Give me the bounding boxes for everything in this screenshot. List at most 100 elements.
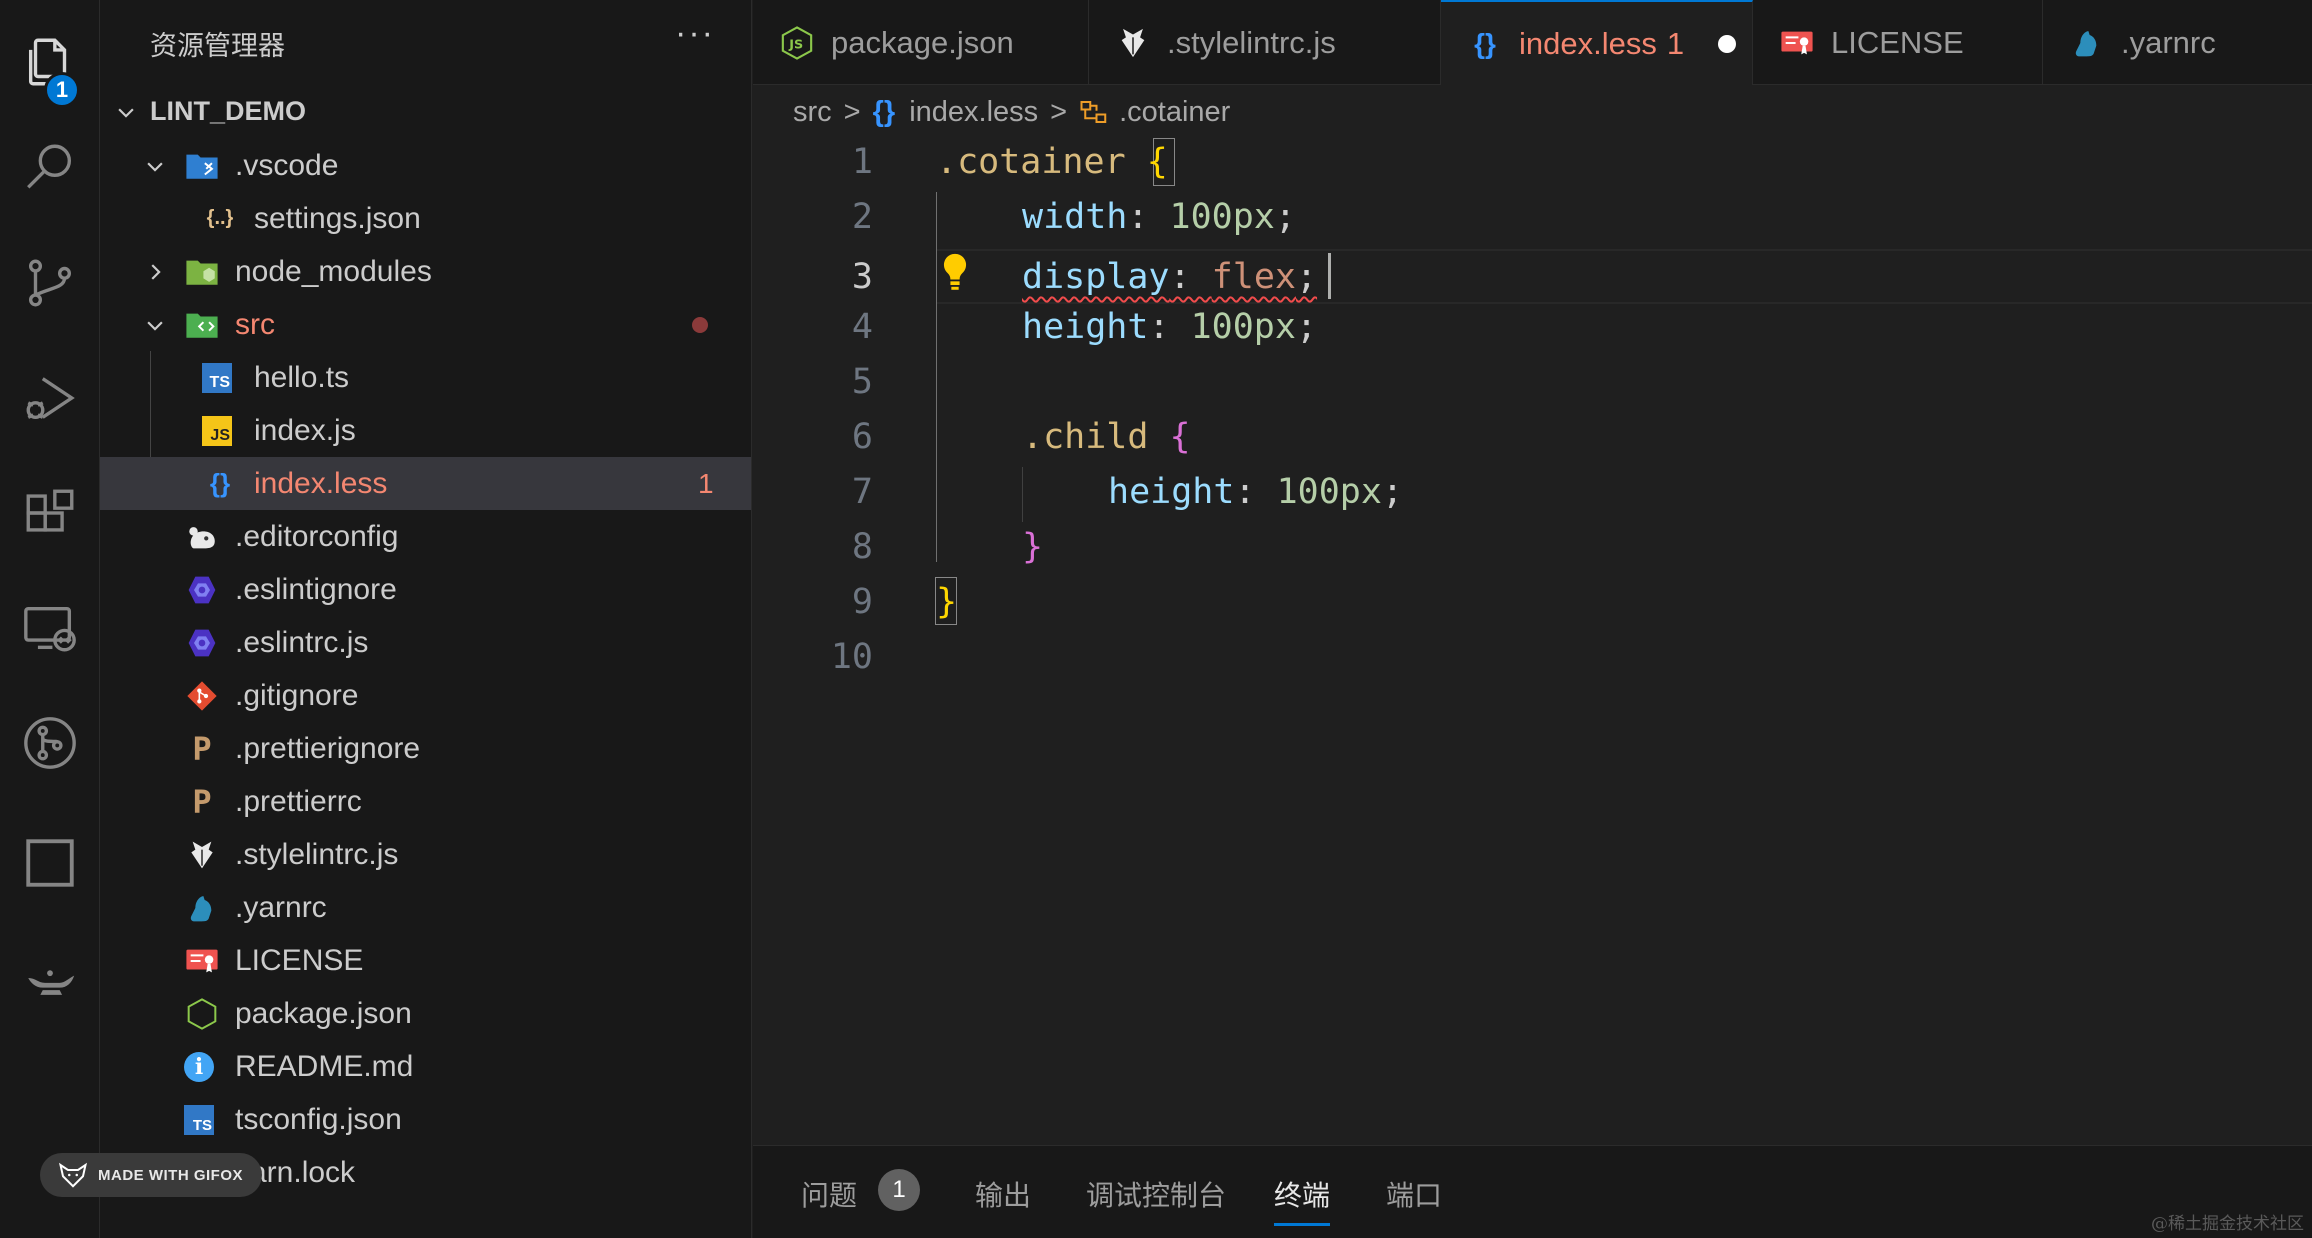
line-number: 8 (851, 527, 873, 567)
search-icon[interactable] (0, 118, 100, 218)
more-actions-button[interactable]: ··· (675, 14, 715, 53)
square-icon[interactable] (0, 813, 100, 913)
tree-file-package-json[interactable]: package.json (100, 987, 751, 1040)
git-graph-icon[interactable] (0, 693, 100, 793)
chevron-right-icon: > (843, 95, 861, 128)
eslint-icon (184, 625, 220, 661)
line-number-current: 3 (851, 257, 873, 297)
tree-file-eslintignore[interactable]: .eslintignore (100, 563, 751, 616)
lint-error-squiggle[interactable]: display: flex; (1022, 257, 1317, 297)
code-line-3: display: flex; (1022, 250, 1317, 305)
fox-icon (58, 1162, 88, 1188)
breadcrumb-folder[interactable]: src (793, 96, 832, 129)
tab-stylelintrc[interactable]: .stylelintrc.js (1089, 0, 1441, 85)
bottom-panel: 问题 1 输出 调试控制台 终端 端口 (753, 1145, 2312, 1238)
watermark: @稀土掘金技术社区 (2151, 1214, 2304, 1234)
symbol-class-icon (1079, 97, 1109, 127)
code-line-7: height: 100px; (1108, 472, 1404, 512)
run-debug-icon[interactable] (0, 348, 100, 448)
tree-file-index-less[interactable]: {} index.less 1 (100, 457, 751, 510)
svg-text:JS: JS (788, 37, 803, 52)
tree-root-lint-demo[interactable]: LINT_DEMO (100, 85, 751, 138)
code-line-9: } (936, 582, 958, 622)
breadcrumb: src > {} index.less > .cotainer (753, 86, 2312, 138)
tree-file-prettierrc[interactable]: P .prettierrc (100, 775, 751, 828)
line-number: 10 (830, 637, 873, 677)
source-control-icon[interactable] (0, 233, 100, 333)
tree-file-license[interactable]: LICENSE (100, 934, 751, 987)
tree-file-eslintrc-js[interactable]: .eslintrc.js (100, 616, 751, 669)
text-cursor (1328, 253, 1331, 299)
tree-folder-node-modules[interactable]: node_modules (100, 245, 751, 298)
nodejs-icon: JS (779, 25, 815, 61)
tab-debug-console[interactable]: 调试控制台 (1086, 1174, 1226, 1214)
prettier-icon: P (192, 729, 212, 768)
less-braces-icon: {} (1474, 27, 1496, 59)
explorer-icon[interactable]: 1 (0, 12, 100, 112)
line-number: 5 (851, 362, 873, 402)
genie-lamp-icon[interactable] (0, 928, 100, 1028)
tab-output[interactable]: 输出 (975, 1174, 1031, 1214)
tab-problems[interactable]: 问题 (801, 1174, 857, 1214)
tab-ports[interactable]: 端口 (1386, 1174, 1442, 1214)
code-line-1: .cotainer { (936, 142, 1168, 182)
chevron-right-icon (143, 260, 167, 284)
tree-file-gitignore[interactable]: .gitignore (100, 669, 751, 722)
tree-file-hello-ts[interactable]: TS hello.ts (100, 351, 751, 404)
json-icon: {..} (206, 207, 234, 229)
unsaved-dot[interactable] (1718, 34, 1737, 53)
javascript-icon: JS (202, 415, 232, 446)
src-folder-icon (184, 307, 220, 343)
tree-file-tsconfig[interactable]: TS tsconfig.json (100, 1093, 751, 1146)
code-line-2: width: 100px; (1022, 197, 1296, 237)
sidebar-title: 资源管理器 (150, 31, 285, 61)
stylelint-icon (1115, 25, 1151, 61)
yarn-cat-icon (184, 890, 220, 926)
tree-folder-src[interactable]: src (100, 298, 751, 351)
code-editor[interactable]: 1 2 3 4 5 6 7 8 9 10 .cotainer { width: … (753, 138, 2312, 1140)
modified-dot (692, 316, 708, 333)
tree-file-prettierignore[interactable]: P .prettierignore (100, 722, 751, 775)
breadcrumb-file[interactable]: index.less (909, 96, 1038, 129)
eslint-icon (184, 572, 220, 608)
less-braces-icon: {} (209, 468, 231, 498)
tab-package-json[interactable]: JS package.json (753, 0, 1089, 85)
editorconfig-mouse-icon (184, 519, 220, 555)
editor-tabs: JS package.json .stylelintrc.js {} index… (753, 0, 2312, 85)
code-line-4: height: 100px; (1022, 307, 1318, 347)
tab-yarnrc[interactable]: .yarnrc (2043, 0, 2312, 85)
line-number: 9 (851, 582, 873, 622)
breadcrumb-symbol[interactable]: .cotainer (1119, 96, 1230, 129)
tab-license[interactable]: LICENSE (1753, 0, 2043, 85)
problems-count-badge: 1 (878, 1169, 920, 1211)
indent-guide (1022, 467, 1023, 522)
chevron-down-icon (143, 313, 167, 337)
extensions-icon[interactable] (0, 463, 100, 563)
code-line-8: } (1022, 527, 1044, 567)
tree-file-index-js[interactable]: JS index.js (100, 404, 751, 457)
indent-guide-active (936, 192, 937, 562)
tree-file-editorconfig[interactable]: .editorconfig (100, 510, 751, 563)
remote-explorer-icon[interactable] (0, 578, 100, 678)
activity-bar: 1 (0, 0, 100, 1238)
tab-index-less[interactable]: {} index.less 1 (1441, 0, 1753, 85)
explorer-badge: 1 (44, 72, 80, 108)
problem-count: 1 (698, 467, 714, 499)
typescript-icon: TS (202, 362, 232, 393)
tree-file-yarnrc[interactable]: .yarnrc (100, 881, 751, 934)
vscode-folder-icon (184, 148, 220, 184)
license-certificate-icon (1779, 25, 1815, 61)
lightbulb-icon[interactable] (940, 252, 970, 296)
line-number: 4 (851, 307, 873, 347)
tree-file-stylelintrc-js[interactable]: .stylelintrc.js (100, 828, 751, 881)
tree-file-readme[interactable]: i README.md (100, 1040, 751, 1093)
tree-file-settings-json[interactable]: {..} settings.json (100, 192, 751, 245)
line-number: 6 (851, 417, 873, 457)
line-number: 2 (851, 197, 873, 237)
gifox-badge: MADE WITH GIFOX (40, 1153, 262, 1197)
tab-terminal[interactable]: 终端 (1274, 1174, 1331, 1226)
code-line-6: .child { (1022, 417, 1191, 457)
explorer-sidebar: 资源管理器 ··· LINT_DEMO .vscode {..} setting… (100, 0, 752, 1238)
stylelint-icon (184, 837, 220, 873)
tree-folder-vscode[interactable]: .vscode (100, 139, 751, 192)
